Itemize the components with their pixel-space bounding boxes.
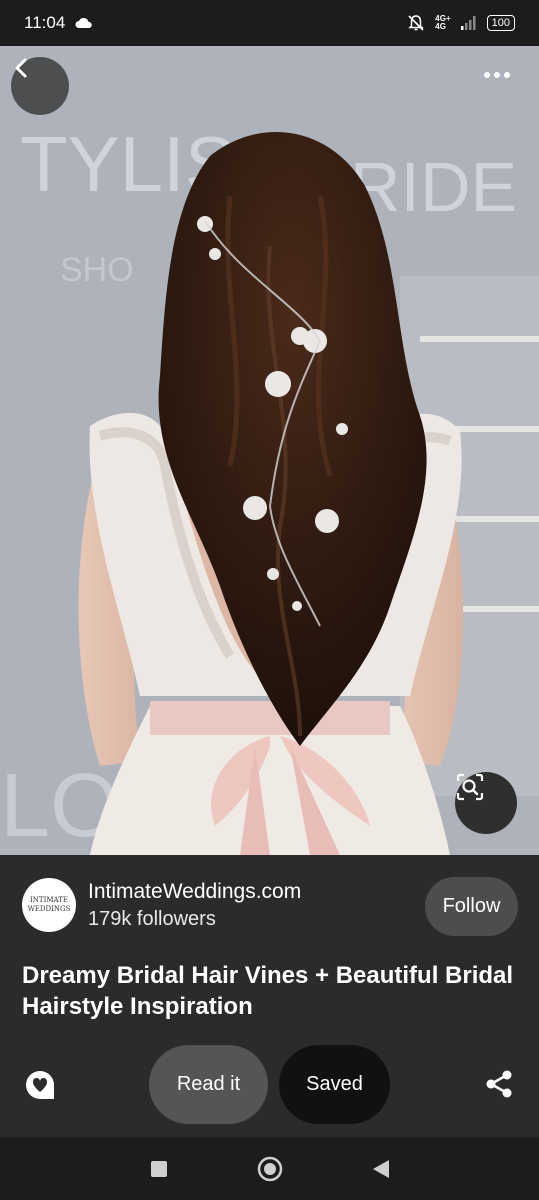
pin-title: Dreamy Bridal Hair Vines + Beautiful Bri… <box>22 962 514 1020</box>
visual-search-icon <box>456 773 484 801</box>
more-horizontal-icon <box>484 72 510 78</box>
share-icon <box>486 1070 512 1098</box>
avatar[interactable]: INTIMATE WEDDINGS <box>22 878 76 932</box>
comment-button[interactable] <box>24 1069 56 1101</box>
mute-icon <box>408 15 425 31</box>
battery-icon: 100 <box>486 15 515 31</box>
status-right: 4G+ 4G 100 <box>407 14 515 32</box>
status-left: 11:04 <box>24 13 93 33</box>
home-circle-icon[interactable] <box>257 1156 283 1182</box>
system-nav-bar <box>0 1137 539 1200</box>
svg-text:SHO: SHO <box>60 251 134 289</box>
network-indicator: 4G+ 4G <box>435 14 451 31</box>
recents-square-icon[interactable] <box>149 1159 169 1179</box>
back-triangle-icon[interactable] <box>371 1158 391 1180</box>
follower-count: 179k followers <box>88 908 216 930</box>
comment-heart-icon <box>26 1071 54 1099</box>
source-name[interactable]: IntimateWeddings.com <box>88 880 301 904</box>
follow-button[interactable]: Follow <box>425 877 518 936</box>
back-button[interactable] <box>11 57 69 115</box>
signal-icon <box>460 16 476 30</box>
action-row: Read it Saved <box>0 1045 539 1125</box>
visual-search-button[interactable] <box>455 772 517 834</box>
saved-button[interactable]: Saved <box>279 1045 390 1124</box>
more-options-button[interactable] <box>483 71 523 101</box>
share-button[interactable] <box>484 1069 516 1101</box>
read-it-button[interactable]: Read it <box>149 1045 268 1124</box>
clock: 11:04 <box>24 13 66 32</box>
status-bar: 11:04 4G+ 4G 100 <box>0 0 539 46</box>
bride-hair-vine-photo: TYLIS RIDE SHO LOV <box>0 46 539 855</box>
pin-image[interactable]: TYLIS RIDE SHO LOV <box>0 46 539 855</box>
chevron-left-icon <box>15 58 27 78</box>
cloud-icon <box>75 17 93 28</box>
